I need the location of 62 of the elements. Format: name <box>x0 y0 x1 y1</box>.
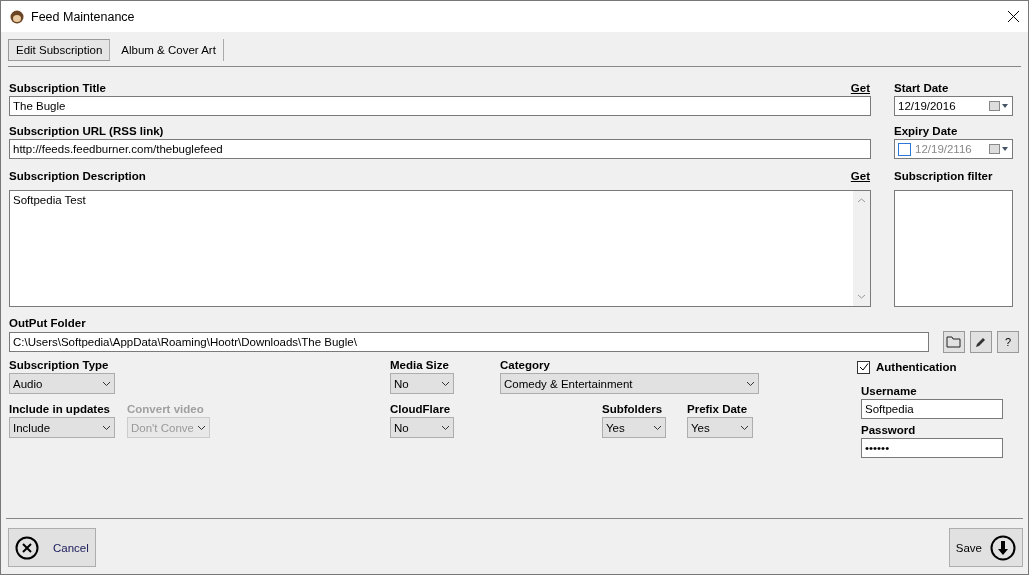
field-label: Category <box>500 359 551 371</box>
help-button[interactable]: ? <box>997 331 1019 353</box>
scrollbar-drawing[interactable] <box>853 191 870 306</box>
field-label: Prefix Date <box>687 403 749 415</box>
monkey-icon <box>10 9 24 24</box>
field-label: Expiry Date <box>894 125 958 137</box>
username-field[interactable]: Softpedia <box>861 399 1003 419</box>
cancel-button[interactable]: Cancel <box>8 528 96 567</box>
url-field[interactable]: http://feeds.feedburner.com/thebuglefeed <box>9 139 871 159</box>
calendar-icon[interactable] <box>989 144 1009 154</box>
chevron-icon <box>746 380 755 387</box>
dropdown[interactable]: Include <box>9 417 115 438</box>
tab[interactable]: Edit Subscription <box>8 39 111 61</box>
field-label: Start Date <box>894 82 949 94</box>
field-label: Subscription URL (RSS link) <box>9 125 164 137</box>
chevron-icon <box>653 424 662 431</box>
get-link[interactable]: Get <box>850 170 870 182</box>
dropdown[interactable]: Comedy & Entertainment <box>500 373 759 394</box>
field-label: Password <box>861 424 916 436</box>
window-title: Feed Maintenance <box>31 9 136 24</box>
dropdown[interactable]: Yes <box>687 417 753 438</box>
title-field[interactable]: The Bugle <box>9 96 871 116</box>
close-icon <box>15 535 39 560</box>
checkbox[interactable] <box>898 142 911 156</box>
checkbox-label: Authentication <box>876 361 957 373</box>
description-text: Softpedia Test <box>12 193 87 208</box>
get-link[interactable]: Get <box>850 82 870 94</box>
field-label: Media Size <box>390 359 450 371</box>
chevron-icon <box>197 424 206 431</box>
folder-icon[interactable] <box>943 331 965 353</box>
dropdown[interactable]: No <box>390 417 454 438</box>
field-label: OutPut Folder <box>9 317 86 329</box>
chevron-icon <box>441 380 450 387</box>
field-label: CloudFlare <box>390 403 452 415</box>
field-label: Subfolders <box>602 403 664 415</box>
pencil-icon[interactable] <box>970 331 992 353</box>
field-label: Convert video <box>127 403 205 415</box>
save-button[interactable]: Save <box>948 528 1023 567</box>
field-label: Username <box>861 385 917 397</box>
folder-field[interactable]: C:\Users\Softpedia\AppData\Roaming\Hootr\Downloads\The Bugle\ <box>9 332 929 352</box>
field-label: Subscription filter <box>894 170 993 182</box>
chevron-icon <box>102 424 111 431</box>
close-icon[interactable] <box>1008 11 1019 22</box>
description-field[interactable]: Softpedia Test <box>9 190 871 307</box>
chevron-icon <box>102 380 111 387</box>
field-label: Subscription Type <box>9 359 110 371</box>
dropdown[interactable]: Yes <box>602 417 666 438</box>
download-icon <box>990 534 1016 561</box>
filter-list[interactable] <box>894 190 1013 307</box>
field-label: Subscription Title <box>9 82 106 94</box>
field-label: Subscription Description <box>9 170 146 182</box>
checkbox[interactable] <box>857 360 870 374</box>
calendar-icon[interactable] <box>989 101 1009 111</box>
dropdown[interactable]: Audio <box>9 373 115 394</box>
password-field[interactable]: •••••• <box>861 438 1003 458</box>
chevron-icon <box>740 424 749 431</box>
tab[interactable]: Album & Cover Art <box>114 39 224 61</box>
dropdown[interactable]: No <box>390 373 454 394</box>
field-label: Include in updates <box>9 403 111 415</box>
date-picker[interactable]: 12/19/2016 <box>894 96 1013 116</box>
date-picker[interactable]: 12/19/2116 <box>894 139 1013 159</box>
chevron-icon <box>441 424 450 431</box>
